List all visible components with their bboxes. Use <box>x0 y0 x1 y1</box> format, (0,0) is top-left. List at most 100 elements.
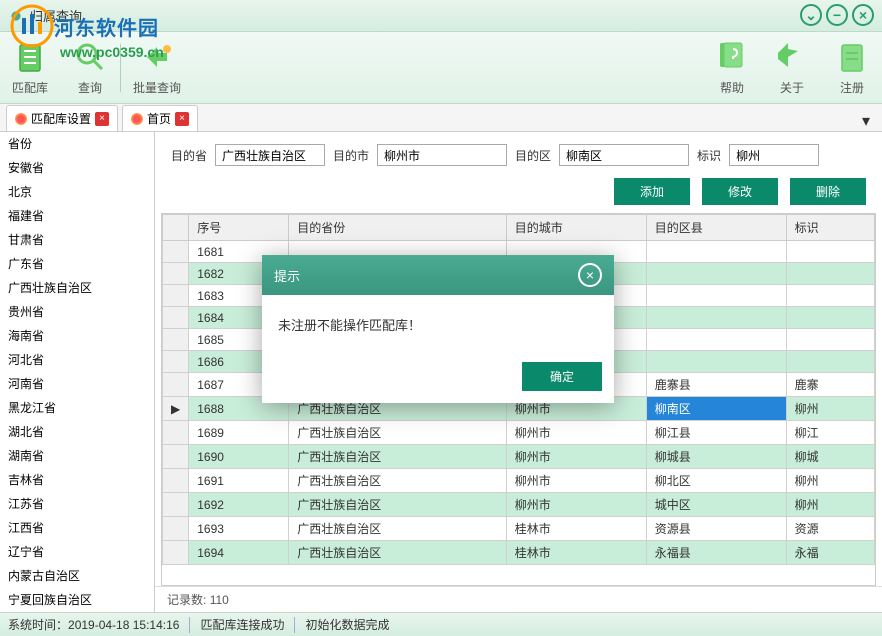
sidebar-item[interactable]: 内蒙古自治区 <box>0 564 154 588</box>
table-cell[interactable] <box>163 241 189 263</box>
table-header[interactable]: 标识 <box>786 215 874 241</box>
modal-close-button[interactable]: × <box>578 263 602 287</box>
table-row[interactable]: 1689广西壮族自治区柳州市柳江县柳江 <box>163 421 875 445</box>
table-cell[interactable]: 广西壮族自治区 <box>289 445 506 469</box>
table-cell[interactable]: 柳江县 <box>646 421 786 445</box>
tool-batch[interactable]: 批量查询 <box>133 39 181 96</box>
delete-button[interactable]: 删除 <box>790 178 866 205</box>
edit-button[interactable]: 修改 <box>702 178 778 205</box>
table-cell[interactable]: 柳州市 <box>506 469 646 493</box>
sidebar-item[interactable]: 辽宁省 <box>0 540 154 564</box>
tab-close-button[interactable]: × <box>175 112 189 126</box>
table-cell[interactable] <box>786 351 874 373</box>
table-cell[interactable]: 鹿寨县 <box>646 373 786 397</box>
table-cell[interactable]: 城中区 <box>646 493 786 517</box>
tool-register[interactable]: 注册 <box>834 39 870 96</box>
close-button[interactable]: × <box>852 4 874 26</box>
sidebar-item[interactable]: 江苏省 <box>0 492 154 516</box>
minimize-button[interactable]: − <box>826 4 848 26</box>
table-cell[interactable] <box>163 373 189 397</box>
table-row[interactable]: 1693广西壮族自治区桂林市资源县资源 <box>163 517 875 541</box>
tag-input[interactable] <box>729 144 819 166</box>
table-cell[interactable]: 柳州市 <box>506 493 646 517</box>
table-cell[interactable]: 桂林市 <box>506 517 646 541</box>
table-cell[interactable] <box>163 517 189 541</box>
table-cell[interactable] <box>786 263 874 285</box>
table-cell[interactable]: 广西壮族自治区 <box>289 541 506 565</box>
table-cell[interactable]: 资源县 <box>646 517 786 541</box>
table-cell[interactable]: 柳南区 <box>646 397 786 421</box>
sidebar-item[interactable]: 黑龙江省 <box>0 396 154 420</box>
table-cell[interactable]: 柳州 <box>786 469 874 493</box>
table-cell[interactable] <box>786 285 874 307</box>
table-cell[interactable] <box>646 307 786 329</box>
table-cell[interactable]: 柳城 <box>786 445 874 469</box>
table-cell[interactable]: 桂林市 <box>506 541 646 565</box>
tab-match-settings[interactable]: 匹配库设置 × <box>6 105 118 131</box>
sidebar-item[interactable]: 福建省 <box>0 204 154 228</box>
table-header[interactable]: 目的城市 <box>506 215 646 241</box>
table-cell[interactable]: 广西壮族自治区 <box>289 517 506 541</box>
table-cell[interactable]: 柳城县 <box>646 445 786 469</box>
table-cell[interactable] <box>163 263 189 285</box>
sidebar-item[interactable]: 吉林省 <box>0 468 154 492</box>
tab-dropdown[interactable]: ▾ <box>856 111 876 131</box>
table-cell[interactable]: 1689 <box>189 421 289 445</box>
table-cell[interactable] <box>163 351 189 373</box>
city-input[interactable] <box>377 144 507 166</box>
table-row[interactable]: 1691广西壮族自治区柳州市柳北区柳州 <box>163 469 875 493</box>
table-cell[interactable] <box>163 541 189 565</box>
sidebar-item[interactable]: 湖北省 <box>0 420 154 444</box>
table-cell[interactable]: 1693 <box>189 517 289 541</box>
table-cell[interactable]: 广西壮族自治区 <box>289 421 506 445</box>
sidebar-item[interactable]: 海南省 <box>0 324 154 348</box>
province-sidebar[interactable]: 省份安徽省北京福建省甘肃省广东省广西壮族自治区贵州省海南省河北省河南省黑龙江省湖… <box>0 132 155 612</box>
district-input[interactable] <box>559 144 689 166</box>
tab-home[interactable]: 首页 × <box>122 105 198 131</box>
table-row[interactable]: 1694广西壮族自治区桂林市永福县永福 <box>163 541 875 565</box>
sidebar-item[interactable]: 江西省 <box>0 516 154 540</box>
table-cell[interactable]: 鹿寨 <box>786 373 874 397</box>
table-cell[interactable] <box>646 285 786 307</box>
modal-ok-button[interactable]: 确定 <box>522 362 602 391</box>
sidebar-item[interactable]: 省份 <box>0 132 154 156</box>
table-cell[interactable] <box>163 307 189 329</box>
table-cell[interactable] <box>646 263 786 285</box>
table-cell[interactable]: 1694 <box>189 541 289 565</box>
table-cell[interactable]: 柳州市 <box>506 445 646 469</box>
table-cell[interactable] <box>786 241 874 263</box>
table-header[interactable]: 目的区县 <box>646 215 786 241</box>
tool-search[interactable]: 查询 <box>72 39 108 96</box>
table-cell[interactable] <box>646 241 786 263</box>
table-cell[interactable] <box>163 493 189 517</box>
table-header[interactable]: 目的省份 <box>289 215 506 241</box>
table-cell[interactable] <box>646 351 786 373</box>
sidebar-item[interactable]: 河南省 <box>0 372 154 396</box>
sidebar-item[interactable]: 安徽省 <box>0 156 154 180</box>
sidebar-item[interactable]: 湖南省 <box>0 444 154 468</box>
table-cell[interactable] <box>163 421 189 445</box>
tool-database[interactable]: 匹配库 <box>12 39 48 96</box>
table-cell[interactable]: 柳州 <box>786 493 874 517</box>
table-cell[interactable]: 柳州 <box>786 397 874 421</box>
add-button[interactable]: 添加 <box>614 178 690 205</box>
sidebar-item[interactable]: 甘肃省 <box>0 228 154 252</box>
table-row[interactable]: 1690广西壮族自治区柳州市柳城县柳城 <box>163 445 875 469</box>
tab-close-button[interactable]: × <box>95 112 109 126</box>
table-cell[interactable] <box>163 445 189 469</box>
sidebar-item[interactable]: 北京 <box>0 180 154 204</box>
table-cell[interactable]: 资源 <box>786 517 874 541</box>
table-cell[interactable]: 柳北区 <box>646 469 786 493</box>
table-cell[interactable] <box>786 307 874 329</box>
tool-about[interactable]: 关于 <box>774 39 810 96</box>
tool-help[interactable]: 帮助 <box>714 39 750 96</box>
table-cell[interactable]: 柳江 <box>786 421 874 445</box>
table-cell[interactable] <box>163 329 189 351</box>
sidebar-item[interactable]: 广东省 <box>0 252 154 276</box>
table-cell[interactable]: 永福县 <box>646 541 786 565</box>
table-cell[interactable] <box>163 469 189 493</box>
province-input[interactable] <box>215 144 325 166</box>
sidebar-item[interactable]: 贵州省 <box>0 300 154 324</box>
table-cell[interactable] <box>163 285 189 307</box>
table-cell[interactable] <box>786 329 874 351</box>
